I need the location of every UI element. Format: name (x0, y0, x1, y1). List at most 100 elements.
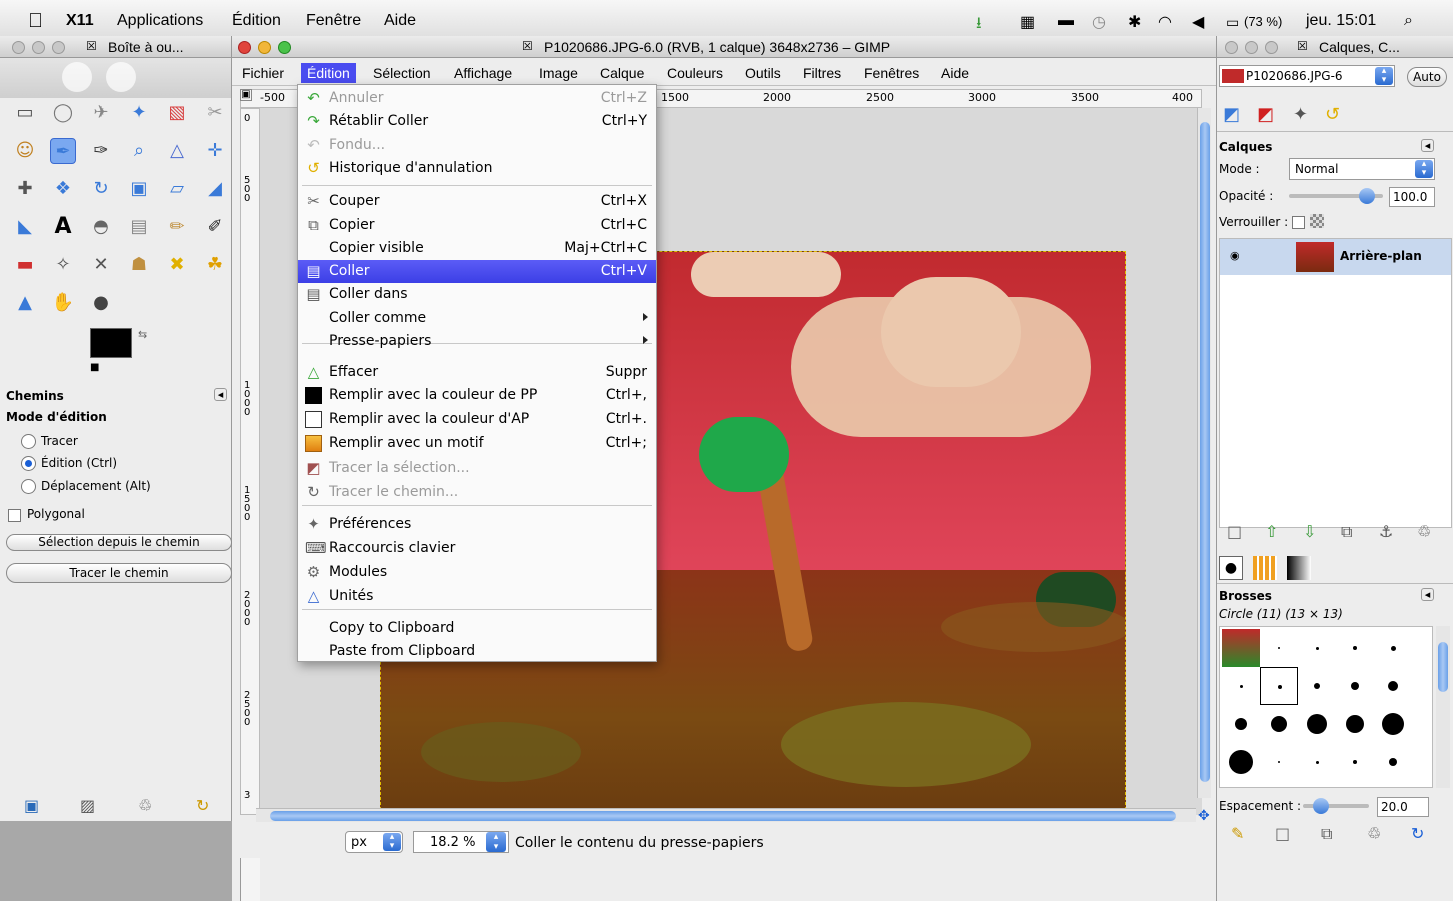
paths-tool-icon[interactable]: ✒ (50, 138, 76, 164)
menu-couleurs[interactable]: Couleurs (667, 65, 723, 81)
clone-tool-icon[interactable]: ☗ (126, 252, 152, 278)
navigate-icon[interactable]: ✥ (1198, 808, 1210, 824)
menu-filtres[interactable]: Filtres (803, 65, 841, 81)
menu-item-couper[interactable]: ✂ Couper Ctrl+X (298, 190, 656, 213)
brush-cell[interactable] (1260, 743, 1298, 781)
layers-tab-icon[interactable]: ◩ (1223, 104, 1240, 125)
brush-cell[interactable] (1374, 667, 1412, 705)
polygonal-checkbox[interactable] (8, 509, 21, 522)
minimize-icon[interactable] (258, 41, 271, 54)
brushes-scroll-thumb[interactable] (1438, 642, 1448, 692)
menu-item-copier-visible[interactable]: Copier visible Maj+Ctrl+C (298, 237, 656, 260)
menu-item-copier[interactable]: ⧉ Copier Ctrl+C (298, 214, 656, 237)
brush-cell[interactable] (1298, 743, 1336, 781)
menu-item-historique-d-annulation[interactable]: ↺ Historique d'annulation (298, 157, 656, 180)
menu-selection[interactable]: Sélection (373, 65, 431, 81)
menu-fichier[interactable]: Fichier (242, 65, 284, 81)
unit-select[interactable]: px ▴ ▾ (345, 831, 403, 853)
scale-tool-icon[interactable]: ▣ (126, 176, 152, 202)
image-select[interactable]: P1020686.JPG-6 ▴ ▾ (1219, 65, 1395, 87)
zoom-icon[interactable] (1265, 41, 1278, 54)
layer-row[interactable]: ◉ Arrière-plan (1220, 239, 1451, 275)
mode-deplacement-radio[interactable] (21, 479, 36, 494)
menu-item-unites[interactable]: △ Unités (298, 585, 656, 608)
default-colors-icon[interactable]: ■ (90, 362, 99, 373)
zoom-icon[interactable] (278, 41, 291, 54)
vertical-scroll-thumb[interactable] (1200, 122, 1210, 782)
horizontal-scroll-thumb[interactable] (270, 811, 1176, 821)
quick-mask-icon[interactable]: ▣ (240, 89, 252, 101)
selection-from-path-button[interactable]: Sélection depuis le chemin (6, 534, 232, 551)
download-icon[interactable]: ⭳ (976, 12, 982, 39)
menu-item-copy-to-clipboard[interactable]: Copy to Clipboard (298, 617, 656, 640)
toolbox-titlebar[interactable]: ☒ Boîte à ou... (0, 36, 231, 58)
dock-titlebar[interactable]: ☒ Calques, C... (1217, 36, 1453, 58)
menubar-edition[interactable]: Édition (232, 12, 281, 30)
brush-cell[interactable] (1336, 705, 1374, 743)
duplicate-layer-icon[interactable]: ⧉ (1341, 522, 1352, 542)
gradients-tab-icon[interactable] (1287, 556, 1311, 580)
menubar-app[interactable]: X11 (66, 12, 94, 30)
brushes-tab-icon[interactable]: ● (1219, 556, 1243, 580)
menu-item-coller-dans[interactable]: ▤ Coller dans (298, 283, 656, 306)
menu-aide[interactable]: Aide (941, 65, 969, 81)
lower-layer-icon[interactable]: ⇩ (1303, 522, 1316, 541)
wifi-icon[interactable]: ◠ (1158, 12, 1172, 32)
menu-item-retablir-coller[interactable]: ↷ Rétablir Coller Ctrl+Y (298, 110, 656, 133)
brush-cell[interactable] (1374, 705, 1412, 743)
brush-cell[interactable] (1222, 743, 1260, 781)
foreground-select-tool-icon[interactable]: ☺ (12, 138, 38, 164)
panel-menu-icon[interactable]: ◂ (1421, 139, 1434, 152)
brush-cell[interactable] (1222, 629, 1260, 667)
menu-item-raccourcis-clavier[interactable]: ⌨ Raccourcis clavier (298, 537, 656, 560)
menu-item-coller[interactable]: ▤ Coller Ctrl+V (298, 260, 656, 283)
align-tool-icon[interactable]: ✚ (12, 176, 38, 202)
vertical-scrollbar[interactable] (1197, 108, 1211, 798)
spacing-slider-thumb[interactable] (1313, 798, 1329, 814)
undo-tab-icon[interactable]: ↺ (1325, 104, 1340, 125)
stepper-icon[interactable]: ▴ ▾ (383, 833, 401, 851)
mode-tracer-radio[interactable] (21, 434, 36, 449)
menubar-aide[interactable]: Aide (384, 12, 416, 30)
horizontal-scrollbar[interactable] (256, 808, 1196, 822)
perspective-tool-icon[interactable]: ◢ (202, 176, 228, 202)
opacity-slider[interactable] (1289, 188, 1383, 204)
minimize-icon[interactable] (1245, 41, 1258, 54)
spaces-icon[interactable]: ▦ (1020, 12, 1035, 32)
eraser-tool-icon[interactable]: ▬ (12, 252, 38, 278)
visibility-eye-icon[interactable]: ◉ (1230, 249, 1240, 262)
close-icon[interactable] (238, 41, 251, 54)
crop-tool-icon[interactable]: ❖ (50, 176, 76, 202)
flip-tool-icon[interactable]: ◣ (12, 214, 38, 240)
menu-item-paste-from-clipboard[interactable]: Paste from Clipboard (298, 640, 656, 663)
panel-menu-icon[interactable]: ◂ (1421, 588, 1434, 601)
new-brush-icon[interactable]: □ (1275, 824, 1290, 843)
brushes-scrollbar[interactable] (1436, 626, 1450, 788)
delete-brush-icon[interactable]: ♲ (1367, 824, 1381, 843)
menu-item-presse-papiers[interactable]: Presse-papiers (298, 330, 656, 353)
anchor-layer-icon[interactable]: ⚓ (1379, 522, 1393, 541)
layer-mode-select[interactable]: Normal ▴ ▾ (1289, 158, 1435, 180)
duplicate-brush-icon[interactable]: ⧉ (1321, 824, 1332, 844)
fuzzy-select-tool-icon[interactable]: ✦ (126, 100, 152, 126)
bucket-fill-tool-icon[interactable]: ◓ (88, 214, 114, 240)
pencil-tool-icon[interactable]: ✏ (164, 214, 190, 240)
menu-item-remplir-avec-la-couleur-de-pp[interactable]: Remplir avec la couleur de PP Ctrl+, (298, 384, 656, 407)
perspective-clone-tool-icon[interactable]: ☘ (202, 252, 228, 278)
rect-select-tool-icon[interactable]: ▭ (12, 100, 38, 126)
panel-menu-icon[interactable]: ◂ (214, 388, 227, 401)
opacity-field[interactable]: 100.0 (1389, 187, 1435, 207)
volume-icon[interactable]: ◀ (1192, 12, 1204, 32)
brush-cell[interactable] (1298, 667, 1336, 705)
ink-tool-icon[interactable]: ✕ (88, 252, 114, 278)
reset-options-icon[interactable]: ↻ (196, 796, 209, 815)
spotlight-icon[interactable]: ⌕ (1404, 12, 1413, 30)
menu-fenetres[interactable]: Fenêtres (864, 65, 919, 81)
heal-tool-icon[interactable]: ✖ (164, 252, 190, 278)
stepper-icon[interactable]: ▴ ▾ (1415, 160, 1433, 178)
brush-cell[interactable] (1336, 667, 1374, 705)
menu-outils[interactable]: Outils (745, 65, 781, 81)
menubar-applications[interactable]: Applications (117, 12, 203, 30)
brush-cell[interactable] (1374, 743, 1412, 781)
brush-cell[interactable] (1336, 629, 1374, 667)
